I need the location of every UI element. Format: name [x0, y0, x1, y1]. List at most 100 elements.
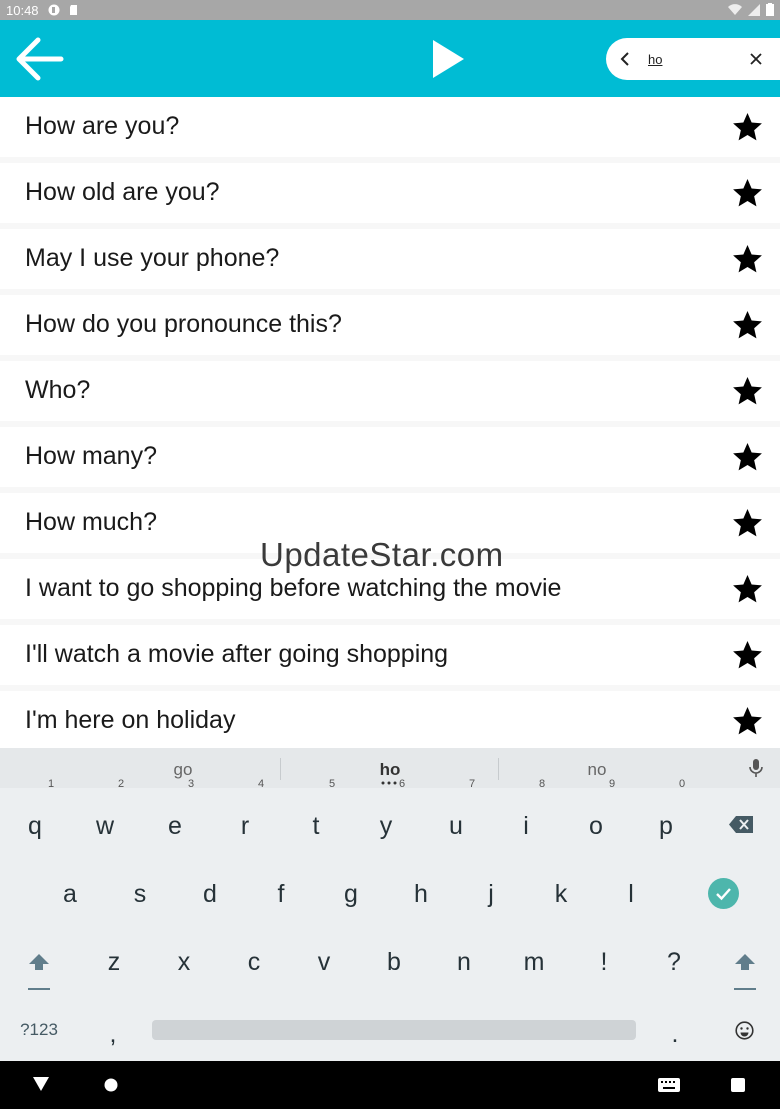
key-b[interactable]: b	[359, 932, 429, 992]
phrase-text: I'm here on holiday	[25, 706, 236, 734]
star-icon[interactable]	[731, 177, 764, 209]
key-hint: 1	[48, 778, 55, 790]
key-exclamation[interactable]: !	[569, 932, 639, 992]
star-icon[interactable]	[731, 375, 764, 407]
arrow-back-icon[interactable]	[14, 36, 64, 82]
shift-icon-right[interactable]	[734, 951, 756, 991]
phrase-text: May I use your phone?	[25, 244, 280, 272]
key-f[interactable]: f	[246, 864, 316, 924]
close-icon[interactable]	[748, 51, 764, 67]
suggestion-go[interactable]: go	[123, 760, 243, 780]
key-s[interactable]: s	[105, 864, 175, 924]
wifi-icon	[728, 3, 742, 15]
navigation-bar	[0, 1061, 780, 1109]
key-x[interactable]: x	[149, 932, 219, 992]
star-icon[interactable]	[731, 441, 764, 473]
key-hint: 3	[188, 778, 195, 790]
backspace-icon[interactable]	[729, 816, 753, 833]
key-symbols[interactable]: ?123	[4, 1000, 74, 1060]
star-icon[interactable]	[731, 639, 764, 671]
star-icon[interactable]	[731, 309, 764, 341]
key-label: p	[659, 812, 673, 840]
suggestion-ho[interactable]: ho	[330, 760, 450, 780]
app-bar	[0, 20, 780, 97]
key-v[interactable]: v	[289, 932, 359, 992]
phrase-text: I'll watch a movie after going shopping	[25, 640, 449, 668]
vpn-icon	[48, 4, 60, 16]
sd-card-icon	[70, 5, 77, 15]
star-icon[interactable]	[731, 507, 764, 539]
key-g[interactable]: g	[316, 864, 386, 924]
key-u[interactable]: 7u	[421, 778, 491, 856]
key-t[interactable]: 5t	[281, 778, 351, 856]
status-icons	[728, 3, 774, 16]
play-icon[interactable]	[428, 38, 468, 80]
key-label: y	[379, 812, 393, 840]
key-l[interactable]: l	[596, 864, 666, 924]
star-icon[interactable]	[731, 573, 764, 605]
check-done-icon[interactable]	[708, 878, 739, 909]
emoji-icon[interactable]	[735, 1021, 754, 1040]
nav-recents-icon[interactable]	[731, 1078, 745, 1092]
key-q[interactable]: 1q	[0, 778, 70, 856]
list-item[interactable]: May I use your phone?	[0, 229, 780, 289]
key-d[interactable]: d	[175, 864, 245, 924]
nav-back-icon[interactable]	[33, 1077, 49, 1091]
list-item[interactable]: How much?	[0, 493, 780, 553]
status-time: 10:48	[6, 3, 39, 18]
key-e[interactable]: 3e	[140, 778, 210, 856]
list-item[interactable]: I want to go shopping before watching th…	[0, 559, 780, 619]
shift-icon[interactable]	[28, 951, 50, 991]
key-hint: 7	[469, 778, 476, 790]
key-j[interactable]: j	[456, 864, 526, 924]
phrase-text: I want to go shopping before watching th…	[25, 574, 562, 602]
key-label: w	[95, 812, 115, 840]
space-bar[interactable]	[152, 1020, 636, 1040]
nav-home-icon[interactable]	[104, 1078, 118, 1092]
key-m[interactable]: m	[499, 932, 569, 992]
key-hint: 5	[329, 778, 336, 790]
key-y[interactable]: 6y	[351, 778, 421, 856]
search-box	[606, 38, 780, 80]
list-item[interactable]: I'll watch a movie after going shopping	[0, 625, 780, 685]
star-icon[interactable]	[731, 705, 764, 737]
list-item[interactable]: I'm here on holiday	[0, 691, 780, 748]
key-p[interactable]: 0p	[631, 778, 701, 856]
key-n[interactable]: n	[429, 932, 499, 992]
key-c[interactable]: c	[219, 932, 289, 992]
signal-icon	[748, 3, 760, 16]
battery-icon	[766, 3, 774, 16]
list-item[interactable]: Who?	[0, 361, 780, 421]
key-label: q	[28, 812, 42, 840]
key-period[interactable]: .	[640, 1004, 710, 1064]
search-input[interactable]	[648, 48, 728, 70]
key-i[interactable]: 8i	[491, 778, 561, 856]
key-question[interactable]: ?	[639, 932, 709, 992]
key-label: u	[449, 812, 463, 840]
list-item[interactable]: How do you pronounce this?	[0, 295, 780, 355]
phrase-list: How are you? How old are you? May I use …	[0, 97, 780, 748]
phrase-text: How much?	[25, 508, 157, 536]
keyboard-switch-icon[interactable]	[658, 1078, 680, 1092]
star-icon[interactable]	[731, 243, 764, 275]
key-r[interactable]: 4r	[210, 778, 280, 856]
status-bar: 10:48	[0, 0, 780, 20]
phrase-text: Who?	[25, 376, 91, 404]
key-a[interactable]: a	[35, 864, 105, 924]
star-icon[interactable]	[731, 111, 764, 143]
suggestion-no[interactable]: no	[537, 760, 657, 780]
list-item[interactable]: How many?	[0, 427, 780, 487]
list-item[interactable]: How old are you?	[0, 163, 780, 223]
key-w[interactable]: 2w	[70, 778, 140, 856]
chevron-left-icon[interactable]	[616, 50, 634, 68]
list-item[interactable]: How are you?	[0, 97, 780, 157]
key-o[interactable]: 9o	[561, 778, 631, 856]
key-h[interactable]: h	[386, 864, 456, 924]
key-label: r	[240, 812, 250, 840]
key-hint: 6	[399, 778, 406, 790]
key-k[interactable]: k	[526, 864, 596, 924]
mic-icon[interactable]	[748, 758, 764, 778]
key-z[interactable]: z	[79, 932, 149, 992]
key-label: t	[312, 812, 320, 840]
key-comma[interactable]: ,	[78, 1004, 148, 1064]
